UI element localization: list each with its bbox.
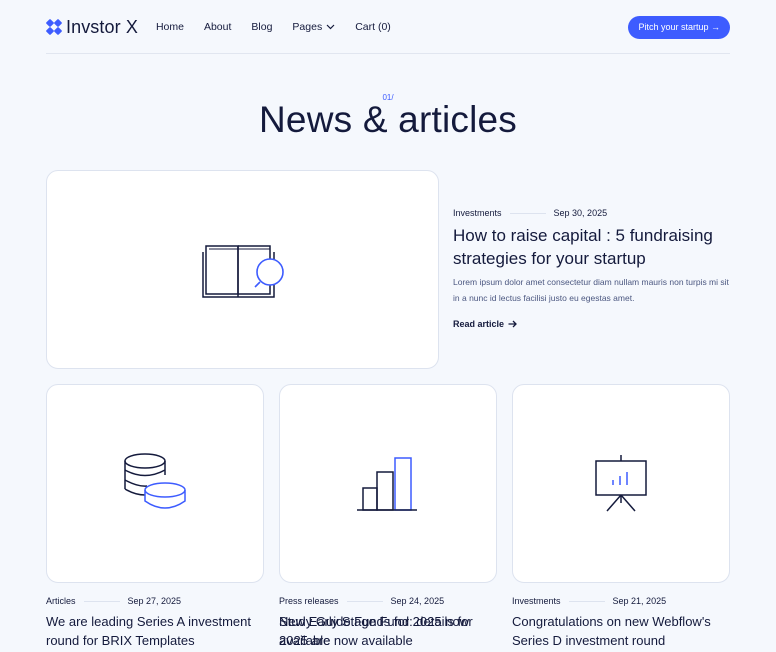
bar-chart-icon xyxy=(357,456,417,511)
meta-rule xyxy=(83,600,120,602)
article-card-image[interactable] xyxy=(512,384,730,583)
brand-logo[interactable]: Invstor X xyxy=(46,17,138,38)
coins-icon xyxy=(124,452,186,509)
featured-article-image[interactable] xyxy=(46,170,439,369)
article-card-image[interactable] xyxy=(279,384,497,583)
nav-link-pages-label: Pages xyxy=(292,21,323,33)
pitch-startup-button[interactable]: Pitch your startup → xyxy=(628,15,730,39)
featured-excerpt: Lorem ipsum dolor amet consectetur diam … xyxy=(453,277,729,303)
header-divider xyxy=(46,53,730,54)
featured-date: Sep 30, 2025 xyxy=(553,208,608,218)
featured-meta: Investments Sep 30, 2025 xyxy=(453,208,607,218)
article-category[interactable]: Press releases xyxy=(279,596,339,606)
article-meta: Articles Sep 27, 2025 xyxy=(46,596,181,606)
article-meta: Investments Sep 21, 2025 xyxy=(512,596,666,606)
article-date: Sep 21, 2025 xyxy=(612,596,667,606)
article-title[interactable]: Congratulations on new Webflow's Series … xyxy=(512,612,732,650)
nav-link-about[interactable]: About xyxy=(204,21,231,33)
article-date: Sep 27, 2025 xyxy=(127,596,182,606)
article-card-image[interactable] xyxy=(46,384,264,583)
arrow-right-icon xyxy=(508,320,517,328)
article-meta: Press releases Sep 24, 2025 xyxy=(279,596,444,606)
brand-name: Invstor X xyxy=(66,16,138,37)
article-category[interactable]: Investments xyxy=(512,596,561,606)
meta-rule xyxy=(346,600,383,602)
article-category[interactable]: Articles xyxy=(46,596,76,606)
featured-title[interactable]: How to raise capital : 5 fundraising str… xyxy=(453,224,733,270)
section-title: News & articles xyxy=(259,99,517,140)
article-title-overlay: Study Guide Funds for 2025 now available xyxy=(279,614,470,648)
top-navigation: Invstor X Home About Blog Pages Cart (0)… xyxy=(46,14,730,40)
nav-link-blog[interactable]: Blog xyxy=(251,21,272,33)
read-article-label: Read article xyxy=(453,319,505,329)
meta-rule xyxy=(509,212,546,214)
chevron-down-icon xyxy=(326,24,335,30)
nav-links: Home About Blog Pages Cart (0) xyxy=(156,21,411,33)
featured-category[interactable]: Investments xyxy=(453,208,502,218)
article-title[interactable]: We are leading Series A investment round… xyxy=(46,612,266,650)
article-date: Sep 24, 2025 xyxy=(390,596,445,606)
presentation-board-icon xyxy=(595,454,647,511)
nav-link-cart[interactable]: Cart (0) xyxy=(355,21,391,33)
brand-logo-icon xyxy=(46,19,62,35)
nav-link-home[interactable]: Home xyxy=(156,21,184,33)
nav-link-pages[interactable]: Pages xyxy=(292,21,335,33)
book-search-icon xyxy=(201,244,284,298)
read-article-link[interactable]: Read article xyxy=(453,319,517,329)
meta-rule xyxy=(568,600,605,602)
